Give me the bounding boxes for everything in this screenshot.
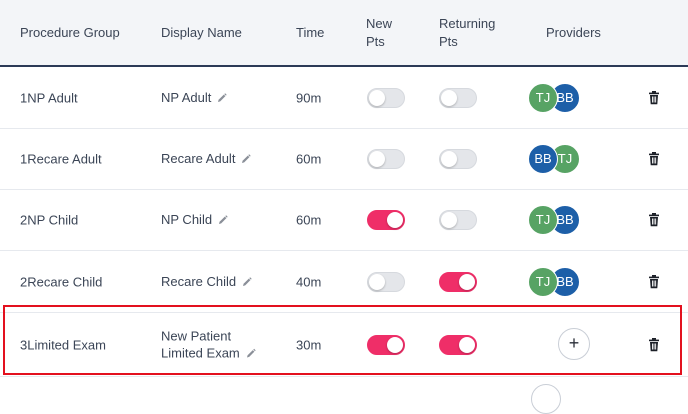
returning-pts-toggle[interactable]	[439, 148, 477, 169]
display-name-text: NP Child	[161, 211, 213, 227]
procedure-group: 3Limited Exam	[20, 337, 106, 352]
header-new-pts: New Pts	[366, 15, 392, 51]
providers-avatars[interactable]: TJ BB	[528, 266, 588, 297]
table-row: 2Recare Child Recare Child 40m TJ BB	[0, 251, 688, 313]
table-row: 1NP Adult NP Adult 90m TJ BB	[0, 67, 688, 129]
display-name-line2: Limited Exam	[161, 344, 240, 360]
providers-avatars[interactable]: BB TJ	[528, 143, 588, 174]
table-row: 1Recare Adult Recare Adult 60m BB TJ	[0, 128, 688, 190]
new-pts-toggle[interactable]	[367, 271, 405, 292]
display-name: Recare Child	[161, 272, 252, 290]
add-provider-button-partial[interactable]	[531, 384, 561, 414]
table-row: 3Limited Exam New Patient Limited Exam 3…	[0, 313, 688, 377]
new-pts-toggle[interactable]	[367, 148, 405, 169]
display-name: NP Child	[161, 210, 228, 228]
provider-avatar[interactable]: BB	[528, 143, 558, 174]
pencil-edit-icon[interactable]	[242, 274, 252, 291]
display-name-text: Recare Child	[161, 273, 237, 289]
procedure-group: 2Recare Child	[20, 274, 103, 289]
table-row: 2NP Child NP Child 60m TJ BB	[0, 189, 688, 251]
header-procedure-group: Procedure Group	[20, 25, 120, 40]
returning-pts-toggle[interactable]	[439, 271, 477, 292]
toggle-knob	[441, 89, 457, 106]
provider-avatar[interactable]: TJ	[528, 82, 558, 113]
time-value: 40m	[296, 274, 322, 289]
returning-pts-toggle[interactable]	[439, 87, 477, 108]
add-provider-button[interactable]: +	[558, 327, 590, 360]
toggle-knob	[369, 89, 385, 106]
header-display-name: Display Name	[161, 25, 242, 40]
trash-icon[interactable]	[648, 151, 660, 166]
time-value: 90m	[296, 90, 322, 105]
pencil-edit-icon[interactable]	[246, 345, 256, 362]
pencil-edit-icon[interactable]	[217, 90, 228, 107]
toggle-knob	[459, 273, 475, 290]
toggle-knob	[369, 150, 385, 167]
procedure-group: 2NP Child	[20, 212, 79, 227]
provider-avatar[interactable]: TJ	[528, 204, 558, 235]
display-name-line1: New Patient	[161, 327, 232, 343]
display-name-text: NP Adult	[161, 89, 212, 105]
header-returning-pts: Returning Pts	[439, 15, 495, 51]
header-returning-pts-line1: Returning	[439, 16, 496, 31]
new-pts-toggle[interactable]	[367, 209, 405, 230]
providers-avatars[interactable]: TJ BB	[528, 204, 588, 235]
toggle-knob	[387, 211, 403, 228]
trash-icon[interactable]	[648, 274, 660, 289]
returning-pts-toggle[interactable]	[439, 209, 477, 230]
header-new-pts-line2: Pts	[366, 34, 385, 49]
provider-avatar[interactable]: TJ	[528, 266, 558, 297]
time-value: 30m	[296, 337, 322, 352]
trash-icon[interactable]	[648, 212, 660, 227]
trash-icon[interactable]	[648, 90, 660, 105]
toggle-knob	[369, 273, 385, 290]
time-value: 60m	[296, 151, 322, 166]
new-pts-toggle[interactable]	[367, 87, 405, 108]
header-new-pts-line1: New	[366, 16, 393, 31]
display-name: Recare Adult	[161, 149, 252, 168]
header-returning-pts-line2: Pts	[439, 34, 458, 49]
pencil-edit-icon[interactable]	[241, 151, 252, 168]
procedure-group: 1NP Adult	[20, 90, 78, 105]
display-name-text: Recare Adult	[161, 150, 236, 166]
pencil-edit-icon[interactable]	[218, 212, 228, 229]
time-value: 60m	[296, 212, 322, 227]
display-name: New Patient Limited Exam	[161, 327, 256, 362]
toggle-knob	[387, 336, 403, 353]
display-name-line2-wrap: Limited Exam	[161, 344, 256, 362]
new-pts-toggle[interactable]	[367, 334, 405, 355]
header-providers: Providers	[546, 25, 601, 40]
header-time: Time	[296, 25, 325, 40]
procedure-group: 1Recare Adult	[20, 151, 102, 166]
trash-icon[interactable]	[648, 337, 660, 352]
toggle-knob	[459, 336, 475, 353]
providers-avatars[interactable]: TJ BB	[528, 82, 588, 113]
toggle-knob	[441, 211, 457, 228]
table-header: Procedure Group Display Name Time New Pt…	[0, 0, 688, 67]
toggle-knob	[441, 150, 457, 167]
display-name: NP Adult	[161, 88, 228, 107]
returning-pts-toggle[interactable]	[439, 334, 477, 355]
